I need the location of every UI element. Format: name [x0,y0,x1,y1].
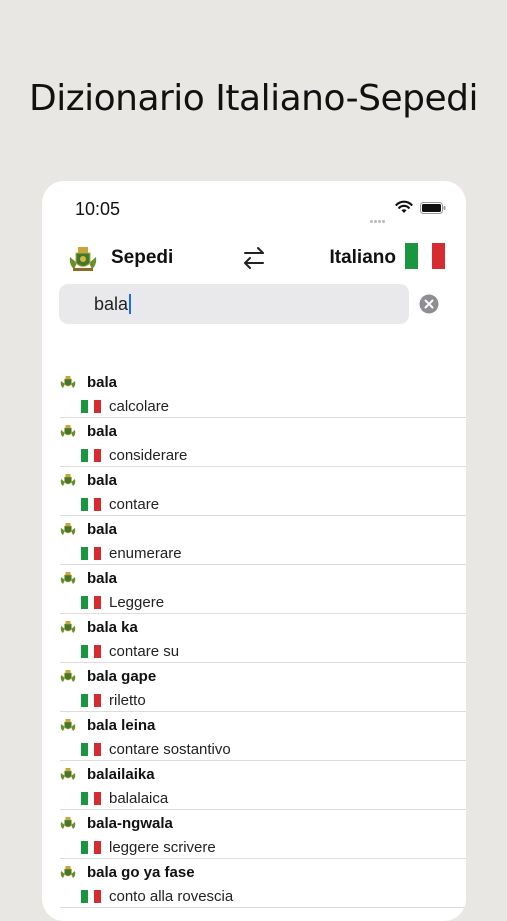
phone-screen: 10:05 Sepedi Italiano bala bala calcolar… [42,181,466,921]
result-entry[interactable]: bala gape riletto [60,663,466,712]
text-caret [129,294,132,314]
source-language-label[interactable]: Sepedi [111,247,173,269]
search-input-value: bala [94,294,129,314]
status-time: 10:05 [75,199,121,219]
result-entry[interactable]: bala considerare [60,418,466,467]
result-translation: conto alla rovescia [109,888,234,905]
clear-search-icon[interactable] [419,294,439,314]
limpopo-crest-icon [60,425,76,437]
result-entry[interactable]: bala enumerare [60,516,466,565]
result-entry[interactable]: bala leina contare sostantivo [60,712,466,761]
signal-dots-icon [370,210,388,223]
result-term: bala ka [87,619,138,636]
result-translation: riletto [109,692,146,709]
result-entry[interactable]: bala contare [60,467,466,516]
swap-arrows-icon[interactable] [242,245,266,271]
italy-flag-icon [81,890,102,903]
italy-flag-icon [81,547,102,560]
result-entry[interactable]: bala ka contare su [60,614,466,663]
search-input[interactable]: bala [59,284,409,324]
target-language-label[interactable]: Italiano [329,247,396,269]
italy-flag-icon [81,400,102,413]
result-term: bala gape [87,668,157,685]
italy-flag-icon[interactable] [405,243,445,269]
limpopo-crest-icon [60,670,76,682]
limpopo-crest-icon[interactable] [68,243,98,273]
result-translation: Leggere [109,594,165,611]
result-term: balailaika [87,766,155,783]
battery-icon [420,202,446,214]
result-term: bala [87,570,118,587]
limpopo-crest-icon [60,523,76,535]
result-entry[interactable]: balailaika balalaica [60,761,466,810]
result-translation: calcolare [109,398,170,415]
result-translation: contare [109,496,160,513]
italy-flag-icon [81,498,102,511]
result-term: bala-ngwala [87,815,173,832]
italy-flag-icon [81,645,102,658]
result-translation: leggere scrivere [109,839,216,856]
result-entry[interactable]: bala-ngwala leggere scrivere [60,810,466,859]
result-term: bala [87,374,118,391]
language-bar: Sepedi Italiano [42,239,466,279]
limpopo-crest-icon [60,719,76,731]
italy-flag-icon [81,596,102,609]
limpopo-crest-icon [60,768,76,780]
result-translation: balalaica [109,790,169,807]
result-entry[interactable]: bala Leggere [60,565,466,614]
limpopo-crest-icon [60,817,76,829]
result-term: bala [87,521,118,538]
result-term: bala go ya fase [87,864,195,881]
result-entry[interactable]: bala go ya fase conto alla rovescia [60,859,466,908]
italy-flag-icon [81,449,102,462]
result-entry[interactable]: bala calcolare [60,369,466,418]
result-translation: considerare [109,447,188,464]
limpopo-crest-icon [60,866,76,878]
result-translation: contare sostantivo [109,741,231,758]
result-term: bala [87,423,118,440]
headline: Dizionario Italiano-Sepedi [28,78,479,119]
results-list: bala calcolare bala considerare bala con… [42,369,466,908]
result-translation: enumerare [109,545,182,562]
limpopo-crest-icon [60,474,76,486]
italy-flag-icon [81,743,102,756]
wifi-icon [395,200,413,213]
result-term: bala [87,472,118,489]
limpopo-crest-icon [60,376,76,388]
limpopo-crest-icon [60,572,76,584]
limpopo-crest-icon [60,621,76,633]
italy-flag-icon [81,792,102,805]
result-term: bala leina [87,717,156,734]
result-translation: contare su [109,643,180,660]
status-bar: 10:05 [42,181,466,231]
italy-flag-icon [81,694,102,707]
italy-flag-icon [81,841,102,854]
